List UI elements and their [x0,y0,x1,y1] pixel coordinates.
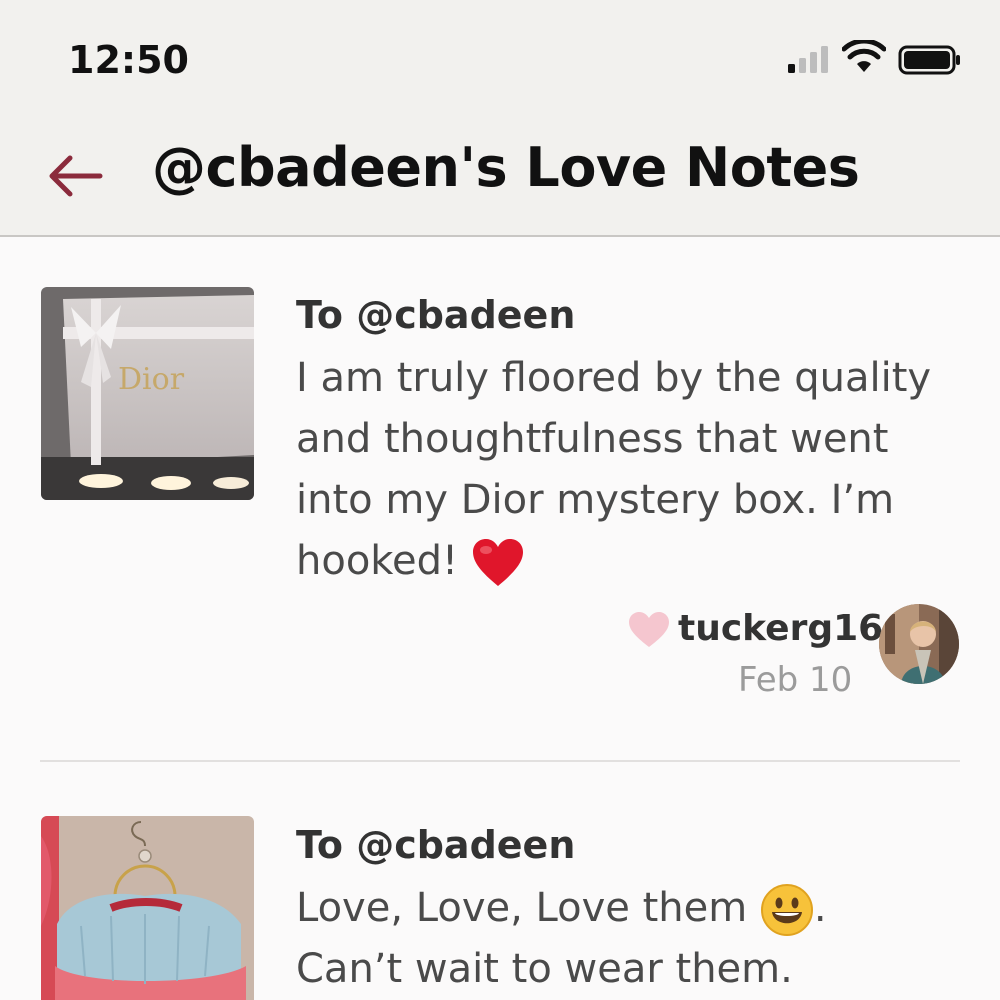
note-message-line: and thoughtfulness that went [296,416,889,462]
note-thumbnail-dior-box[interactable]: Dior [41,287,254,500]
note-message: Love, Love, Love them . Can’t wait to we… [296,878,966,1000]
battery-icon [898,45,960,75]
svg-text:Dior: Dior [118,362,185,397]
note-message-line: into my Dior mystery box. I’m [296,477,895,523]
note-message: I am truly floored by the quality and th… [296,348,966,592]
red-heart-emoji [472,539,523,586]
status-time: 12:50 [68,38,189,82]
note-message-line: I am truly floored by the quality [296,355,932,401]
note-message-line: Love, Love, Love them . [296,878,966,939]
note-recipient: To @cbadeen [296,293,576,337]
note-message-line: Can’t wait to wear them. [296,946,793,992]
author-avatar[interactable] [879,604,959,684]
note-recipient: To @cbadeen [296,823,576,867]
like-heart-icon[interactable] [628,612,670,648]
note-thumbnail-earrings[interactable] [41,816,254,1000]
app-header: 12:50 @cbadeen's Love Notes [0,0,1000,237]
note-date: Feb 10 [738,660,853,700]
wifi-icon [842,40,886,72]
note-message-line: hooked! [296,531,966,592]
cellular-signal-icon [788,46,828,73]
grinning-face-emoji [760,884,813,936]
page-title: @cbadeen's Love Notes [152,136,860,199]
note-divider [40,760,960,762]
back-arrow-icon[interactable] [44,148,104,204]
note-author[interactable]: tuckerg16 [678,608,883,649]
